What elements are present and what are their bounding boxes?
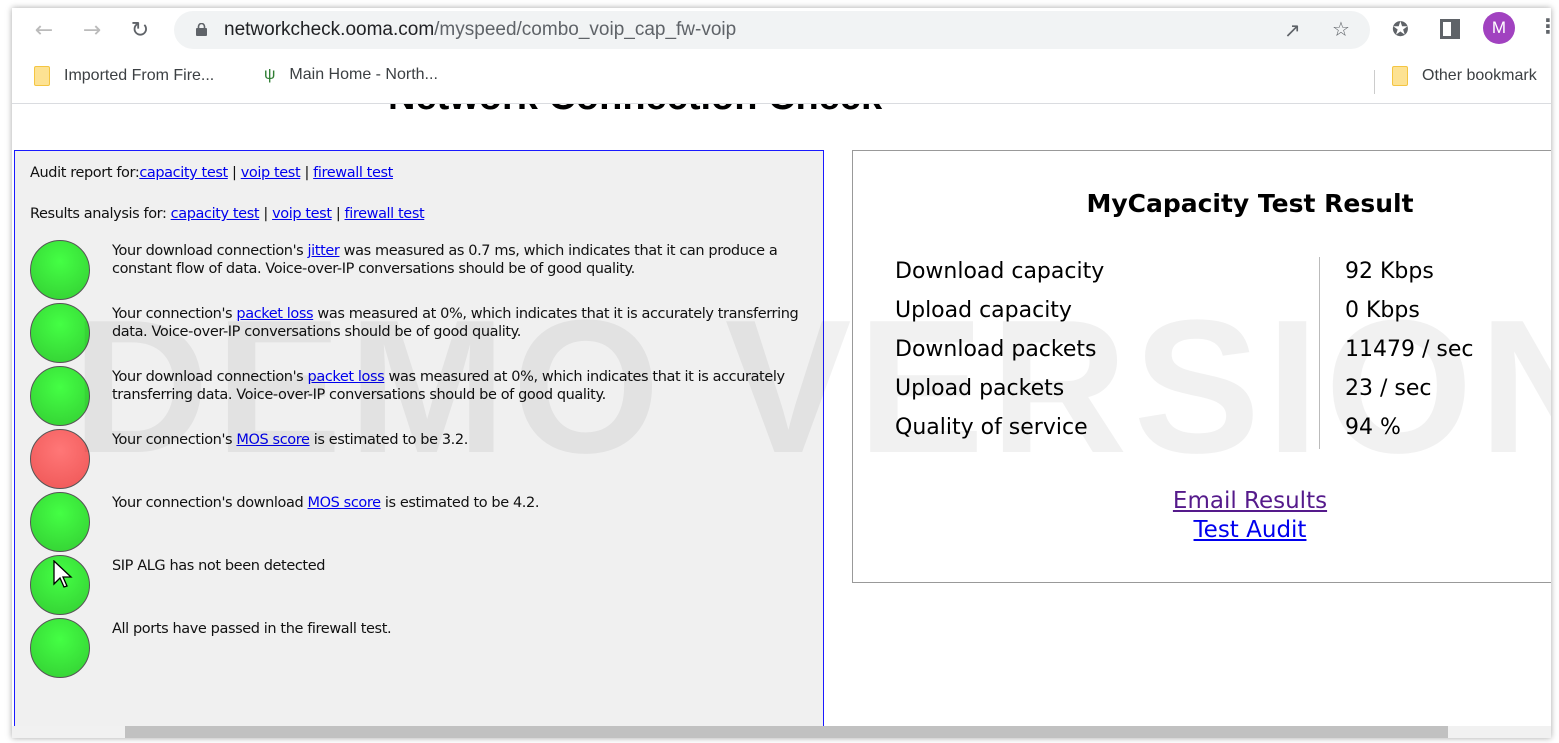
horizontal-scrollbar[interactable] [12,726,1551,738]
status-green-icon [30,492,90,552]
status-green-icon [30,303,90,363]
result-pre: Your connection's [112,432,237,448]
audit-firewall-link[interactable]: firewall test [313,165,393,181]
side-panel-icon[interactable] [1440,19,1460,39]
bookmark-label: Main Home - North... [289,66,438,83]
analysis-label: Results analysis for: [30,206,171,222]
bookmark-imported[interactable]: Imported From Fire... [34,66,214,86]
lock-icon [196,23,207,36]
result-text: All ports have passed in the firewall te… [112,620,822,638]
menu-icon[interactable]: ⋮ [1538,14,1551,38]
result-text: Your download connection's packet loss w… [112,368,822,404]
result-link[interactable]: MOS score [308,495,382,511]
status-green-icon [30,618,90,678]
forward-button[interactable]: → [77,16,107,46]
scrollbar-thumb[interactable] [125,726,1448,738]
result-link[interactable]: packet loss [236,306,313,322]
bookmark-label: Imported From Fire... [64,67,215,85]
mouse-cursor-icon [53,560,73,588]
bookmark-label: Other bookmark [1422,67,1537,85]
results-panel: Audit report for:capacity test | voip te… [14,150,824,738]
share-icon[interactable]: ↗ [1284,18,1301,42]
result-link[interactable]: packet loss [308,369,385,385]
analysis-capacity-link[interactable]: capacity test [171,206,260,222]
divider [1374,70,1375,94]
capacity-label: Upload packets [895,376,1065,401]
status-green-icon [30,366,90,426]
back-button[interactable]: ← [29,16,59,46]
audit-capacity-link[interactable]: capacity test [139,165,228,181]
result-text: Your connection's download MOS score is … [112,494,822,512]
results-analysis-line: Results analysis for: capacity test | vo… [30,206,425,222]
address-bar[interactable]: networkcheck.ooma.com/myspeed/combo_voip… [174,11,1370,49]
capacity-value: 94 % [1345,415,1401,440]
bookmark-main-home[interactable]: ψ Main Home - North... [264,66,438,84]
folder-icon [1392,66,1408,86]
result-text: Your download connection's jitter was me… [112,242,822,278]
analysis-firewall-link[interactable]: firewall test [345,206,425,222]
star-icon[interactable]: ☆ [1332,17,1350,41]
result-pre: Your connection's [112,306,237,322]
result-pre: Your download connection's [112,369,308,385]
result-post: is estimated to be 3.2. [309,432,469,448]
sprout-icon: ψ [264,66,276,83]
url-text: networkcheck.ooma.com/myspeed/combo_voip… [224,19,736,41]
capacity-result-panel: MyCapacity Test Result Download capacity… [852,150,1551,583]
email-results-link[interactable]: Email Results [853,487,1551,516]
capacity-title: MyCapacity Test Result [1086,189,1414,218]
capacity-value: 0 Kbps [1345,298,1420,323]
bookmark-other[interactable]: Other bookmark [1392,66,1537,86]
result-post: is estimated to be 4.2. [380,495,540,511]
capacity-label: Quality of service [895,415,1088,440]
url-host: networkcheck.ooma.com [224,19,435,40]
bookmarks-bar: Imported From Fire... ψ Main Home - North… [12,56,1551,104]
capacity-value: 92 Kbps [1345,259,1434,284]
extensions-icon[interactable]: ✪ [1392,17,1409,41]
result-text: SIP ALG has not been detected [112,557,822,575]
folder-icon [34,66,50,86]
result-text: Your connection's packet loss was measur… [112,305,822,341]
browser-toolbar: ← → ↻ networkcheck.ooma.com/myspeed/comb… [12,8,1551,54]
url-path: /myspeed/combo_voip_cap_fw-voip [434,19,737,40]
audit-label: Audit report for: [30,165,140,181]
status-green-icon [30,240,90,300]
result-pre: Your connection's download [112,495,308,511]
capacity-value: 11479 / sec [1345,337,1474,362]
test-audit-link[interactable]: Test Audit [853,516,1551,545]
browser-window: ← → ↻ networkcheck.ooma.com/myspeed/comb… [12,8,1551,738]
column-divider [1319,257,1320,449]
page-content: Network Connection Check DEMO VERSION Au… [12,76,1551,738]
analysis-voip-link[interactable]: voip test [272,206,332,222]
audit-report-line: Audit report for:capacity test | voip te… [30,165,393,181]
result-text: Your connection's MOS score is estimated… [112,431,822,449]
result-link[interactable]: MOS score [236,432,310,448]
result-link[interactable]: jitter [308,243,340,259]
capacity-label: Download capacity [895,259,1105,284]
capacity-label: Upload capacity [895,298,1072,323]
capacity-label: Download packets [895,337,1097,362]
reload-button[interactable]: ↻ [125,16,155,46]
result-pre: Your download connection's [112,243,308,259]
audit-voip-link[interactable]: voip test [241,165,301,181]
result-links: Email Results Test Audit [853,487,1551,545]
avatar[interactable]: M [1483,12,1515,44]
result-pre: SIP ALG has not been detected [112,558,326,574]
capacity-value: 23 / sec [1345,376,1432,401]
result-pre: All ports have passed in the firewall te… [112,621,392,637]
status-red-icon [30,429,90,489]
